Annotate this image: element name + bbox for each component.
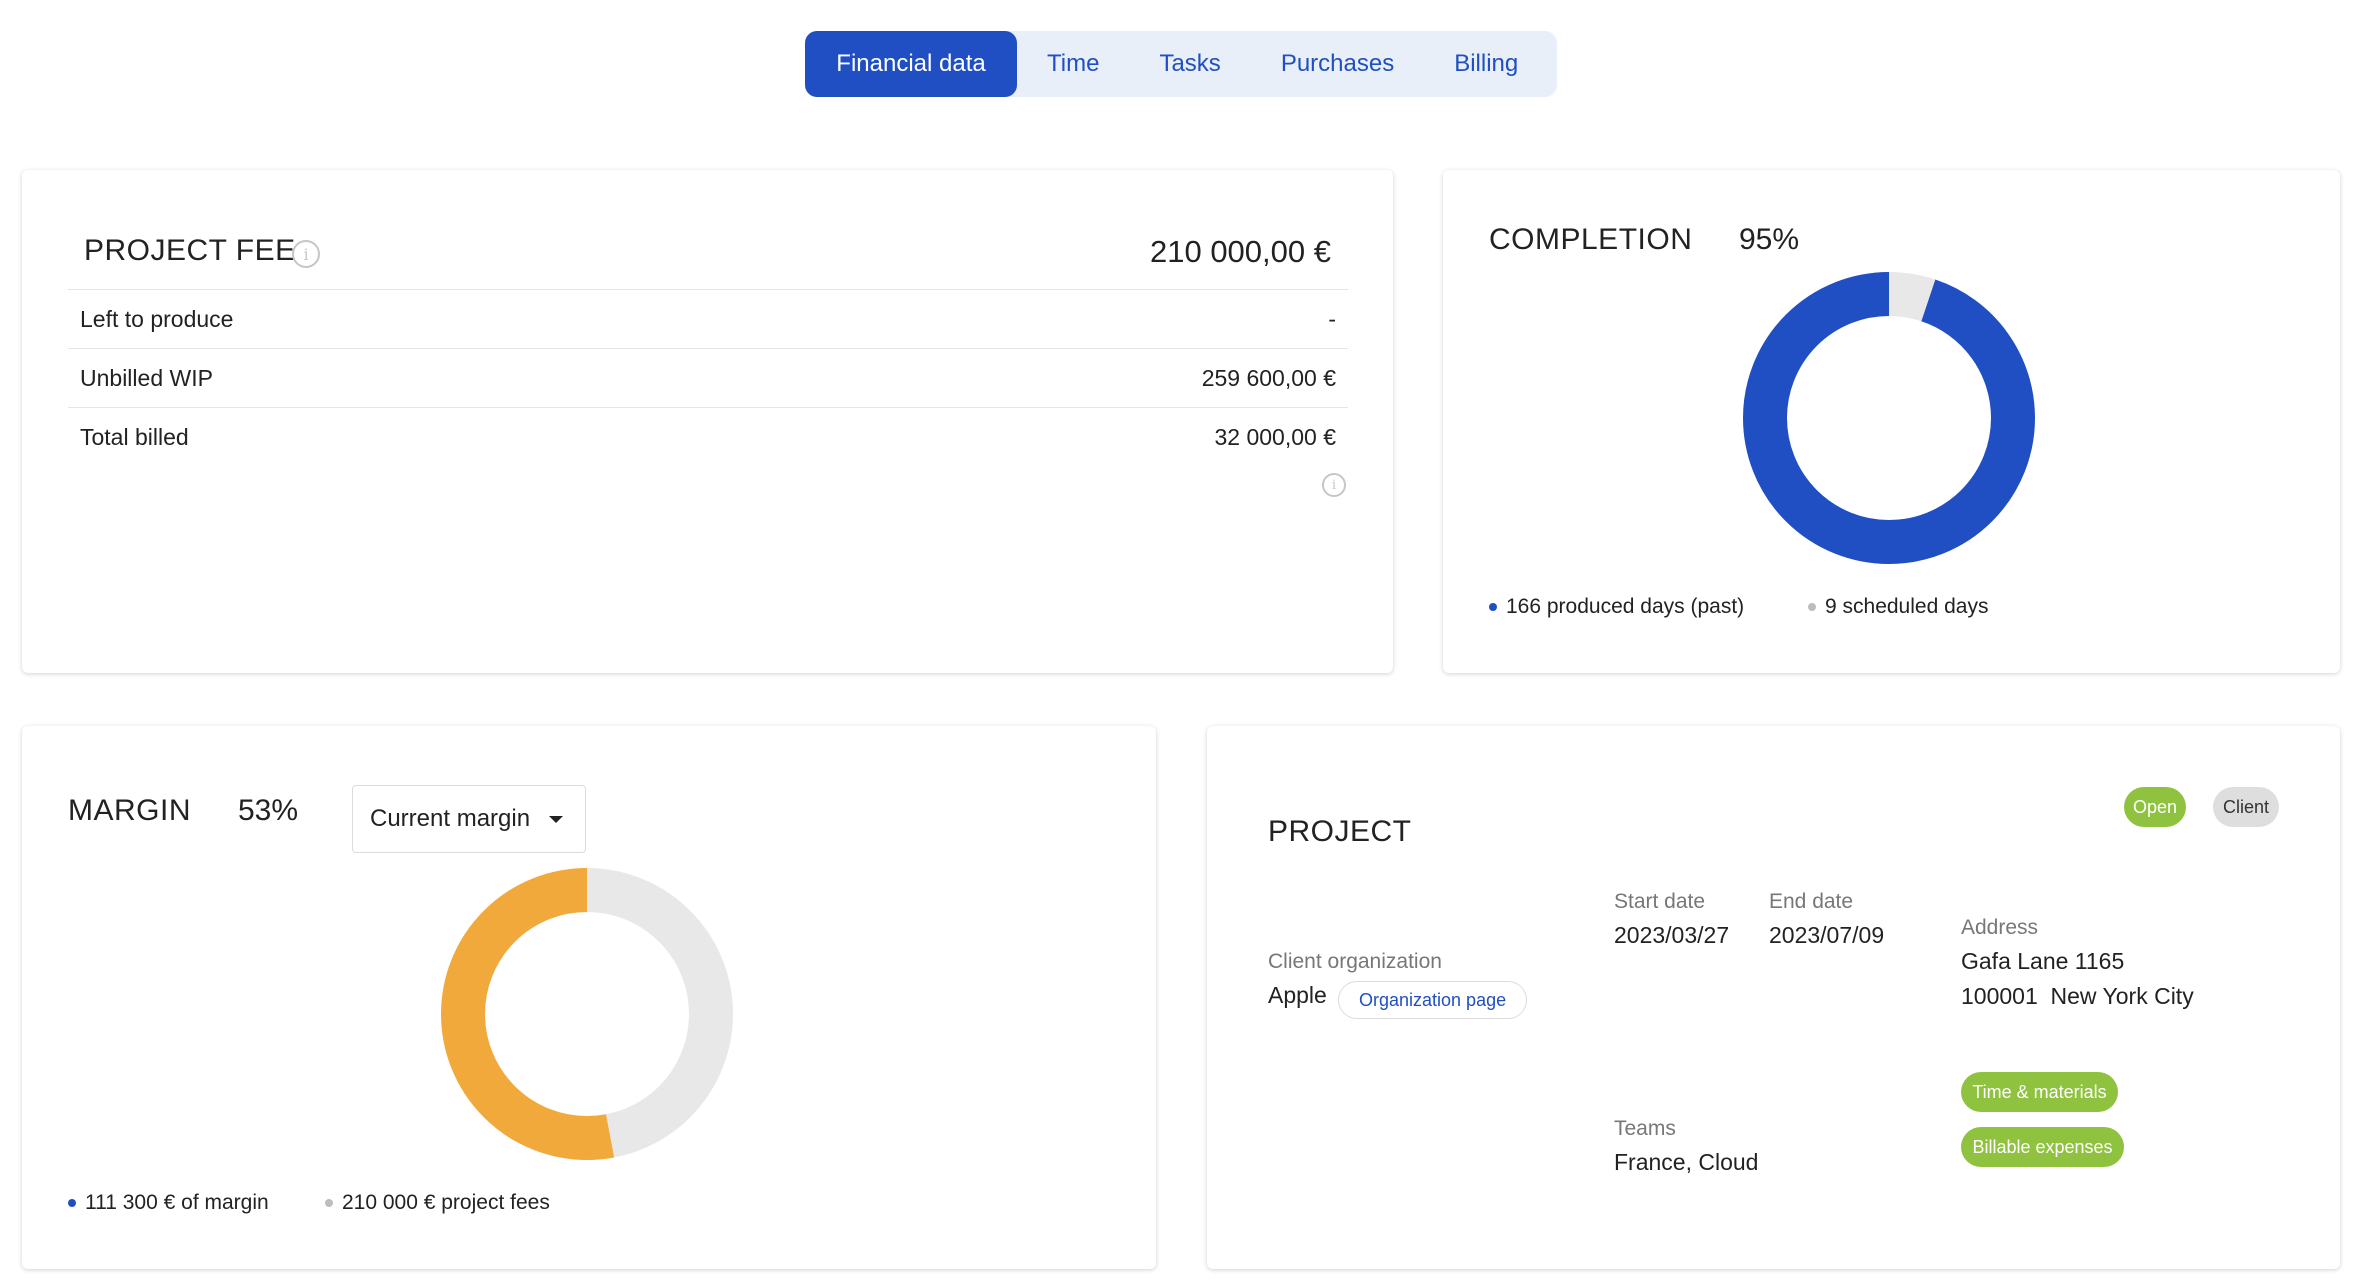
- margin-card: MARGIN 53% Current margin 111 300 € of m…: [22, 726, 1156, 1269]
- fee-row-label: Left to produce: [80, 305, 234, 332]
- tag-time-materials: Time & materials: [1961, 1072, 2118, 1112]
- margin-type-select[interactable]: Current margin: [352, 785, 586, 853]
- project-title: PROJECT: [1268, 815, 1412, 848]
- fee-row-value: 32 000,00 €: [1214, 424, 1336, 450]
- legend-dot: [1808, 603, 1816, 611]
- organization-page-button[interactable]: Organization page: [1338, 981, 1528, 1019]
- legend-label: 111 300 € of margin: [85, 1191, 269, 1214]
- legend-label: 9 scheduled days: [1825, 595, 1989, 618]
- project-fee-card: PROJECT FEE i 210 000,00 € Left to produ…: [22, 170, 1393, 673]
- project-fee-title: PROJECT FEE: [84, 234, 296, 267]
- fee-row-value: -: [1328, 305, 1336, 332]
- fee-row-label: Unbilled WIP: [80, 364, 213, 391]
- project-fee-table: Left to produce - Unbilled WIP 259 600,0…: [68, 289, 1348, 467]
- completion-card: COMPLETION 95% 166 produced days (past) …: [1443, 170, 2340, 673]
- start-date-value: 2023/03/27: [1614, 922, 1730, 948]
- info-icon[interactable]: i: [1322, 473, 1346, 497]
- address-line1: Gafa Lane 1165: [1961, 948, 2125, 974]
- project-fee-total: 210 000,00 €: [1149, 234, 1331, 269]
- legend-label: 210 000 € project fees: [342, 1191, 550, 1214]
- client-org-value: Apple: [1268, 982, 1327, 1008]
- tab-tasks[interactable]: Tasks: [1129, 31, 1250, 97]
- margin-legend-project-fees: 210 000 € project fees: [325, 1191, 550, 1215]
- status-badge-open: Open: [2124, 787, 2186, 827]
- end-date-value: 2023/07/09: [1769, 922, 1885, 948]
- completion-percent: 95%: [1739, 223, 1800, 256]
- legend-label: 166 produced days (past): [1506, 595, 1745, 618]
- fee-row-value: 259 600,00 €: [1201, 364, 1336, 391]
- fee-row-left-to-produce: Left to produce -: [68, 290, 1348, 349]
- start-date-label: Start date: [1614, 890, 1706, 913]
- margin-title: MARGIN: [68, 794, 191, 827]
- address-label: Address: [1961, 916, 2039, 939]
- completion-donut-chart: [1743, 272, 2035, 564]
- fee-row-total-billed: Total billed 32 000,00 €: [68, 408, 1348, 467]
- tab-time[interactable]: Time: [1017, 31, 1129, 97]
- completion-title: COMPLETION: [1489, 223, 1693, 256]
- badge-client: Client: [2213, 787, 2279, 827]
- legend-dot: [68, 1199, 76, 1207]
- info-icon[interactable]: i: [292, 240, 320, 268]
- tag-billable-expenses: Billable expenses: [1961, 1127, 2124, 1167]
- completion-legend-produced: 166 produced days (past): [1489, 595, 1744, 619]
- margin-select-value: Current margin: [370, 805, 531, 832]
- margin-legend-margin: 111 300 € of margin: [68, 1191, 269, 1215]
- end-date-label: End date: [1769, 890, 1854, 913]
- margin-donut-chart: [441, 868, 733, 1160]
- margin-percent: 53%: [238, 794, 299, 827]
- caret-down-icon: [549, 816, 563, 823]
- fee-row-unbilled-wip: Unbilled WIP 259 600,00 €: [68, 349, 1348, 408]
- legend-dot: [325, 1199, 333, 1207]
- tab-billing[interactable]: Billing: [1424, 31, 1548, 97]
- teams-value: France, Cloud: [1614, 1149, 1759, 1175]
- client-org-label: Client organization: [1268, 950, 1442, 973]
- legend-dot: [1489, 603, 1497, 611]
- project-card: PROJECT Open Client Client organization …: [1207, 726, 2340, 1269]
- tab-purchases[interactable]: Purchases: [1251, 31, 1424, 97]
- tab-financial-data[interactable]: Financial data: [805, 31, 1017, 97]
- teams-label: Teams: [1614, 1117, 1676, 1140]
- completion-slice-1: [1743, 272, 2035, 564]
- tab-bar: Financial data Time Tasks Purchases Bill…: [805, 31, 1557, 97]
- address-line2: 100001 New York City: [1961, 983, 2194, 1009]
- completion-legend-scheduled: 9 scheduled days: [1808, 595, 1988, 619]
- fee-row-label: Total billed: [80, 424, 189, 450]
